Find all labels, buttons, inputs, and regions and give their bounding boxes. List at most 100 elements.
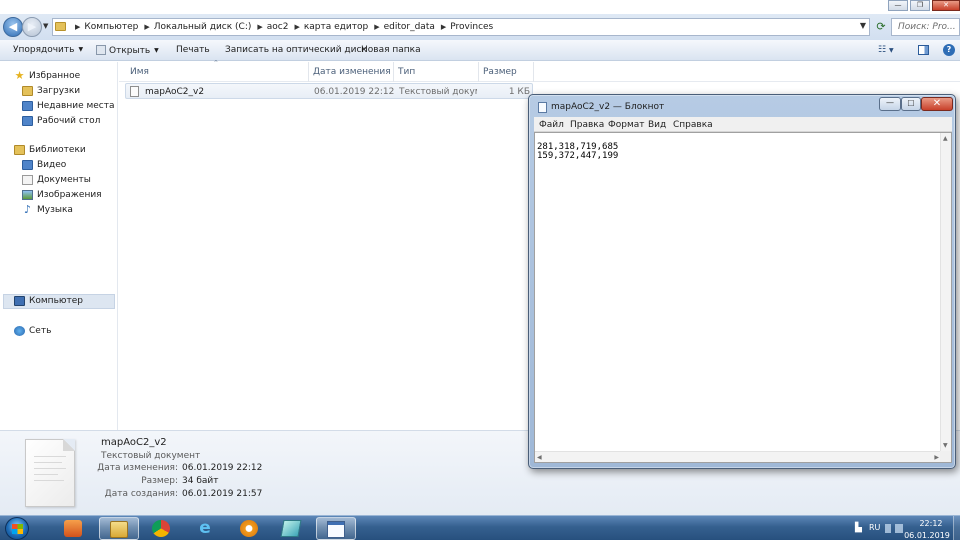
vertical-scrollbar[interactable]: ▲ ▼ [940, 133, 951, 451]
nav-music[interactable]: ♪ Музыка [22, 203, 73, 217]
sort-caret-icon: ⌃ [213, 59, 219, 67]
breadcrumb-map-editor[interactable]: карта едитор [304, 22, 368, 32]
details-size-value: 34 байт [182, 476, 219, 486]
notepad-content[interactable]: 281,318,719,685 159,372,447,199 [537, 143, 618, 161]
chevron-right-icon[interactable]: ▶ [374, 23, 379, 31]
nav-favorites[interactable]: ★ Избранное [14, 69, 81, 83]
chevron-right-icon[interactable]: ▶ [144, 23, 149, 31]
breadcrumb-aoc2[interactable]: aoc2 [267, 22, 289, 32]
menu-view[interactable]: Вид [648, 120, 666, 130]
chevron-right-icon[interactable]: ▶ [257, 23, 262, 31]
nav-documents[interactable]: Документы [22, 173, 91, 187]
taskbar-explorer[interactable] [99, 517, 139, 540]
taskbar-chrome[interactable] [142, 517, 182, 540]
show-desktop-button[interactable] [953, 516, 960, 540]
refresh-icon[interactable]: ⟳ [873, 18, 889, 36]
address-field[interactable]: ▶ Компьютер ▶ Локальный диск (C:) ▶ aoc2… [52, 18, 870, 36]
table-row[interactable]: mapAoC2_v2 06.01.2019 22:12 Текстовый до… [125, 83, 533, 99]
notepad-icon [96, 45, 106, 55]
taskbar-internet-explorer[interactable]: e [186, 517, 226, 540]
notepad-maximize-button[interactable]: ☐ [901, 97, 921, 111]
taskbar: e ▙ RU 22:12 06.01.2019 [0, 515, 960, 540]
nav-recent-places[interactable]: Недавние места [22, 99, 115, 113]
file-name: mapAoC2_v2 [145, 87, 205, 97]
resize-grip[interactable] [940, 451, 951, 462]
organize-button[interactable]: Упорядочить ▼ [13, 45, 83, 55]
organize-label: Упорядочить [13, 45, 75, 55]
video-icon [22, 160, 33, 170]
chrome-icon [152, 520, 170, 537]
nav-pictures-label: Изображения [37, 190, 102, 200]
nav-network[interactable]: Сеть [14, 324, 51, 338]
menu-format[interactable]: Формат [608, 120, 645, 130]
explorer-minimize-button[interactable]: — [888, 0, 908, 11]
taskbar-notepad[interactable] [316, 517, 356, 540]
notepad-text-area[interactable]: 281,318,719,685 159,372,447,199 ▲ ▼ ◀ ▶ [534, 132, 952, 463]
print-button[interactable]: Печать [176, 45, 210, 55]
open-button[interactable]: Открыть ▼ [96, 45, 159, 56]
nav-computer-label: Компьютер [29, 296, 83, 306]
column-divider[interactable] [393, 62, 394, 82]
scroll-right-icon[interactable]: ▶ [934, 454, 939, 461]
taskbar-media-player[interactable] [54, 517, 94, 540]
taskbar-app-orange[interactable] [230, 517, 270, 540]
explorer-close-button[interactable]: ✕ [932, 0, 960, 11]
clock-date[interactable]: 06.01.2019 [902, 531, 952, 540]
chevron-right-icon[interactable]: ▶ [75, 23, 80, 31]
action-center-flag-icon[interactable]: ▙ [855, 523, 862, 533]
notepad-minimize-button[interactable]: — [879, 97, 901, 111]
column-type[interactable]: Тип [398, 67, 415, 77]
file-date: 06.01.2019 22:12 [314, 87, 394, 97]
column-divider[interactable] [308, 62, 309, 82]
forward-button[interactable]: ▶ [22, 17, 42, 37]
scroll-left-icon[interactable]: ◀ [537, 454, 542, 461]
recent-pages-dropdown[interactable]: ▼ [43, 22, 48, 30]
breadcrumb-computer[interactable]: Компьютер [84, 22, 138, 32]
back-button[interactable]: ◀ [3, 17, 23, 37]
burn-disc-button[interactable]: Записать на оптический диск [225, 45, 367, 55]
column-date[interactable]: Дата изменения [313, 67, 391, 77]
horizontal-scrollbar[interactable]: ◀ ▶ [535, 451, 941, 462]
menu-edit[interactable]: Правка [570, 120, 604, 130]
chevron-right-icon[interactable]: ▶ [441, 23, 446, 31]
nav-pictures[interactable]: Изображения [22, 188, 102, 202]
new-folder-button[interactable]: Новая папка [361, 45, 421, 55]
scroll-up-icon[interactable]: ▲ [943, 135, 948, 142]
search-input[interactable]: Поиск: Pro... [891, 18, 960, 36]
start-button[interactable] [5, 517, 29, 540]
nav-desktop[interactable]: Рабочий стол [22, 114, 100, 128]
clock-time[interactable]: 22:12 [916, 519, 946, 528]
column-divider[interactable] [533, 62, 534, 82]
windows-logo-icon-lower [12, 529, 23, 534]
preview-pane-icon[interactable] [918, 45, 929, 55]
nav-recent-label: Недавние места [37, 101, 115, 111]
language-indicator[interactable]: RU [869, 523, 880, 532]
breadcrumb-provinces[interactable]: Provinces [450, 22, 493, 32]
change-view-icon[interactable]: ☷ ▼ [878, 45, 894, 55]
chevron-right-icon[interactable]: ▶ [294, 23, 299, 31]
desktop-icon [22, 116, 33, 126]
nav-computer[interactable]: Компьютер [14, 294, 83, 308]
taskbar-app-teal[interactable] [272, 517, 312, 540]
help-icon[interactable]: ? [943, 44, 955, 56]
address-history-dropdown[interactable]: ▼ [860, 21, 866, 30]
column-divider[interactable] [478, 62, 479, 82]
breadcrumb-editor-data[interactable]: editor_data [384, 22, 435, 32]
column-name[interactable]: Имя [130, 67, 149, 77]
details-file-type: Текстовый документ [101, 451, 201, 461]
nav-desktop-label: Рабочий стол [37, 116, 101, 126]
notepad-close-button[interactable]: ✕ [921, 97, 953, 111]
notepad-menubar: Файл Правка Формат Вид Справка [534, 117, 952, 132]
tray-network-volume-icons[interactable] [885, 524, 903, 533]
network-icon [14, 326, 25, 336]
menu-file[interactable]: Файл [539, 120, 564, 130]
menu-help[interactable]: Справка [673, 120, 713, 130]
scroll-down-icon[interactable]: ▼ [943, 442, 948, 449]
explorer-restore-button[interactable]: ❐ [910, 0, 930, 11]
nav-video[interactable]: Видео [22, 158, 66, 172]
column-size[interactable]: Размер [483, 67, 517, 77]
nav-libraries[interactable]: Библиотеки [14, 143, 86, 157]
breadcrumb-drive[interactable]: Локальный диск (C:) [154, 22, 252, 32]
notepad-window[interactable]: mapAoC2_v2 — Блокнот — ☐ ✕ Файл Правка Ф… [528, 94, 956, 469]
nav-downloads[interactable]: Загрузки [22, 84, 80, 98]
